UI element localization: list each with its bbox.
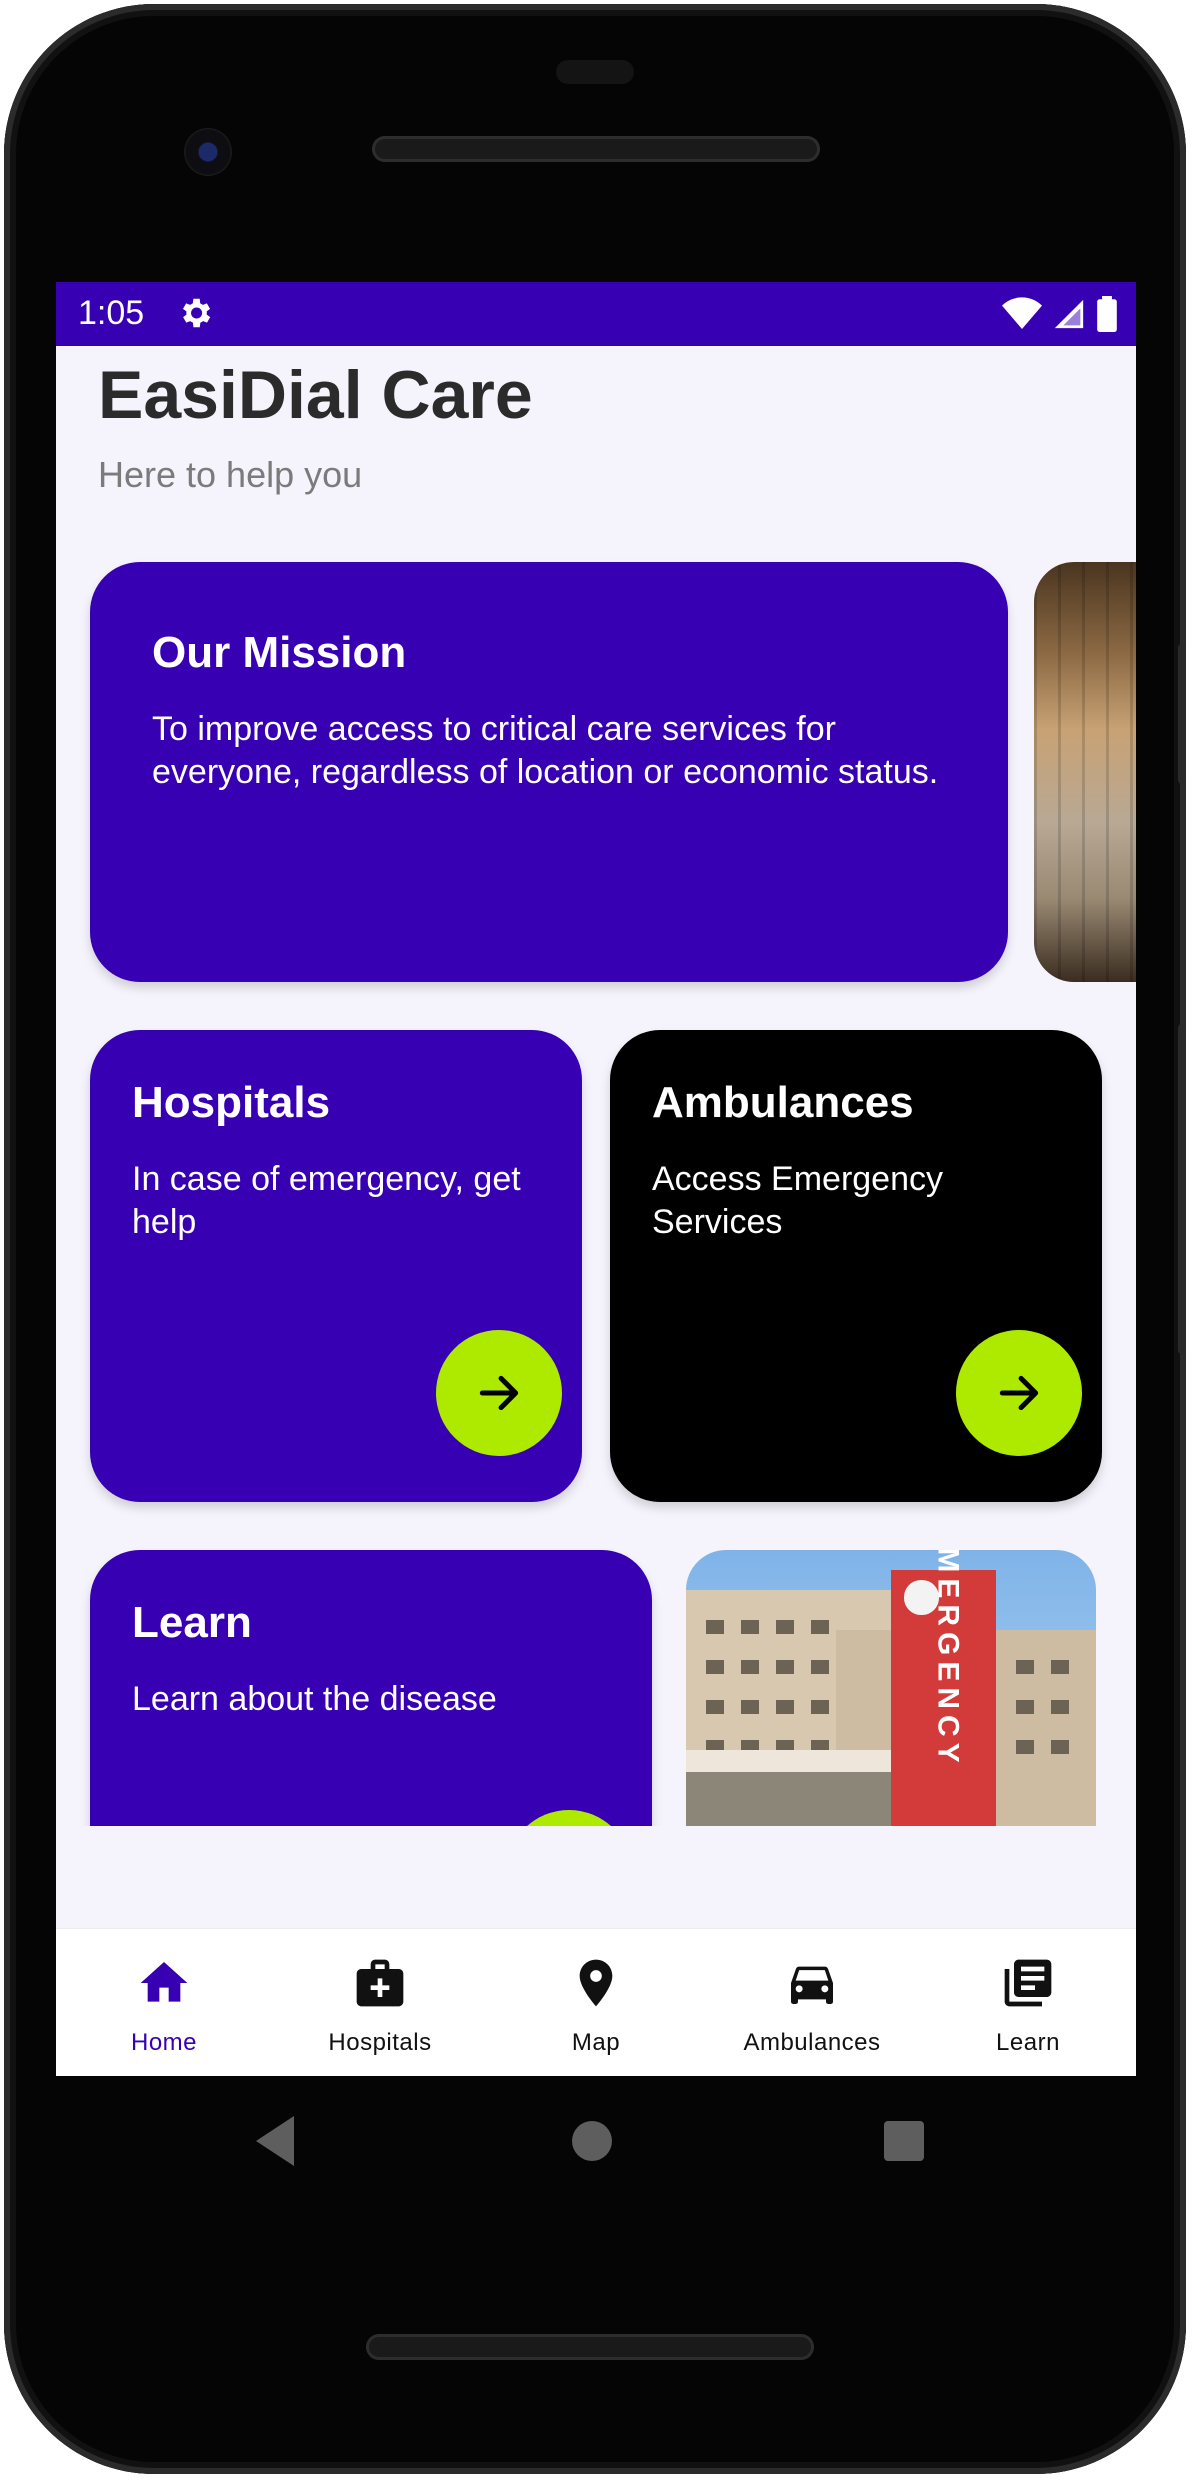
hospitals-arrow-button[interactable] <box>436 1330 562 1456</box>
app-title: EasiDial Care <box>98 357 533 433</box>
nav-label-hospitals: Hospitals <box>328 2029 432 2056</box>
nav-label-home: Home <box>130 2029 198 2056</box>
nav-item-ambulances[interactable]: Ambulances <box>704 1929 920 2076</box>
front-camera <box>184 128 232 176</box>
nav-label-learn: Learn <box>996 2029 1060 2056</box>
mission-text: To improve access to critical care servi… <box>152 710 939 791</box>
system-navigation-bar <box>256 2116 924 2166</box>
proximity-sensor <box>556 60 634 84</box>
mission-title: Our Mission <box>152 628 407 677</box>
map-pin-icon <box>579 1959 613 2007</box>
learn-card-title: Learn <box>132 1598 252 1647</box>
nav-label-map: Map <box>571 2029 621 2056</box>
hospital-building-image[interactable]: EMERGENCY <box>686 1550 1096 1826</box>
ambulances-card-title: Ambulances <box>652 1078 914 1127</box>
hospitals-card-text: In case of emergency, get help <box>132 1160 521 1241</box>
mission-card[interactable]: Our Mission To improve access to critica… <box>90 562 1008 982</box>
bottom-navigation: Home Hospitals Map Ambulances Learn <box>56 1928 1136 2076</box>
car-icon <box>791 1966 833 2004</box>
nav-item-learn[interactable]: Learn <box>920 1929 1136 2076</box>
medical-bag-icon <box>356 1959 404 2007</box>
library-books-icon <box>1004 1959 1052 2007</box>
nav-item-map[interactable]: Map <box>488 1929 704 2076</box>
settings-gear-icon <box>176 294 214 339</box>
home-icon <box>140 1962 188 2002</box>
hospital-photo-illustration: EMERGENCY <box>686 1550 1096 1826</box>
arrow-right-icon <box>479 1375 519 1411</box>
app-screen: 1:05 EasiDial Care Here to help you Our … <box>56 282 1136 2076</box>
ambulances-arrow-button[interactable] <box>956 1330 1082 1456</box>
learn-card-text: Learn about the disease <box>132 1680 497 1718</box>
ambulances-card-text: Access Emergency Services <box>652 1160 943 1241</box>
bottom-speaker <box>366 2334 814 2360</box>
system-home-icon[interactable] <box>572 2121 612 2161</box>
system-back-icon[interactable] <box>256 2116 294 2166</box>
status-bar: 1:05 <box>56 282 1136 346</box>
learn-card[interactable]: Learn Learn about the disease <box>90 1550 652 1826</box>
nav-label-ambulances: Ambulances <box>743 2029 881 2056</box>
power-button <box>1178 1024 1186 1354</box>
ambulances-card[interactable]: Ambulances Access Emergency Services <box>610 1030 1102 1502</box>
arrow-right-icon <box>999 1375 1039 1411</box>
nav-item-home[interactable]: Home <box>56 1929 272 2076</box>
battery-icon <box>1097 296 1117 332</box>
volume-button <box>1178 644 1186 784</box>
status-icons <box>1002 294 1118 334</box>
carousel-next-image[interactable] <box>1034 562 1136 982</box>
learn-arrow-button[interactable] <box>506 1810 632 1826</box>
earpiece-speaker <box>372 136 820 162</box>
system-recents-icon[interactable] <box>884 2121 924 2161</box>
cell-signal-icon <box>1054 299 1084 329</box>
phone-frame: 1:05 EasiDial Care Here to help you Our … <box>4 4 1186 2474</box>
hospitals-card[interactable]: Hospitals In case of emergency, get help <box>90 1030 582 1502</box>
home-content[interactable]: EasiDial Care Here to help you Our Missi… <box>56 346 1136 1826</box>
hospitals-card-title: Hospitals <box>132 1078 331 1127</box>
wifi-icon <box>1002 297 1042 329</box>
status-time: 1:05 <box>78 294 145 332</box>
emergency-sign-text: EMERGENCY <box>932 1550 965 1769</box>
nav-item-hospitals[interactable]: Hospitals <box>272 1929 488 2076</box>
app-subtitle: Here to help you <box>98 454 363 495</box>
